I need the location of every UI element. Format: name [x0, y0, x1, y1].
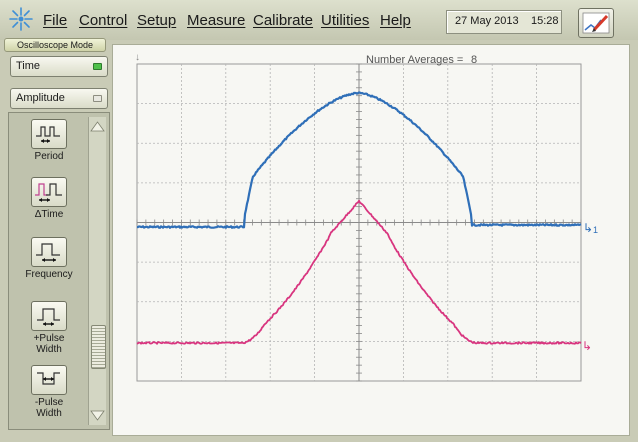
channel1-ground-marker[interactable]: ↳ 1	[583, 221, 598, 235]
trigger-level-marker: ↓	[135, 52, 140, 63]
channel1-marker-label: 1	[593, 225, 598, 235]
svg-text:↳: ↳	[583, 221, 593, 235]
number-averages-label: Number Averages =	[366, 54, 464, 66]
grid-layer	[136, 63, 582, 382]
number-averages-value: 8	[471, 54, 478, 66]
channel2-ground-marker[interactable]: ↳	[582, 339, 592, 353]
waveform-graticule[interactable]: ↳ 1 ↳ ↓	[0, 0, 638, 442]
